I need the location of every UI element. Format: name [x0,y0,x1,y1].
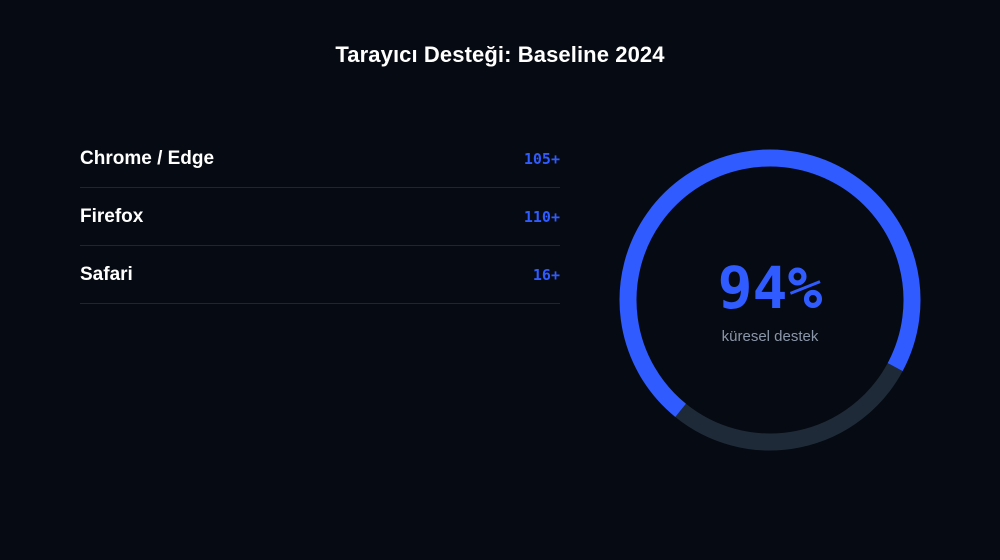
gauge-value: 94% [717,254,823,322]
global-support-gauge: 94% küresel destek [619,149,921,451]
browser-name: Chrome / Edge [80,147,215,169]
browser-support-list: Chrome / Edge 105+ Firefox 110+ Safari 1… [80,130,560,304]
browser-version: 110+ [523,207,560,226]
browser-version: 16+ [532,265,560,284]
gauge-label: küresel destek [721,328,819,345]
gauge-track-arc [675,363,903,451]
browser-name: Firefox [80,205,144,227]
list-item: Firefox 110+ [80,188,560,246]
list-item: Safari 16+ [80,246,560,304]
page-title: Tarayıcı Desteği: Baseline 2024 [335,42,665,67]
browser-version: 105+ [523,149,560,168]
browser-name: Safari [80,263,133,285]
list-item: Chrome / Edge 105+ [80,130,560,188]
